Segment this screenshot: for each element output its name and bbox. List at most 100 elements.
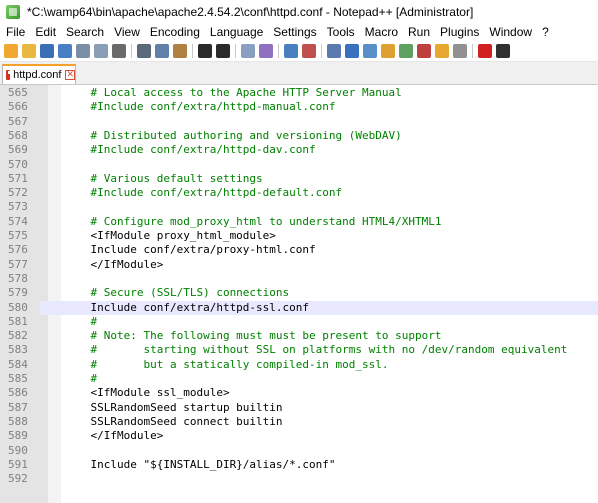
save-all-icon[interactable] <box>58 44 72 58</box>
code-line[interactable]: 585 # <box>0 372 598 386</box>
function-list-icon[interactable] <box>417 44 431 58</box>
code-line[interactable]: 575 <IfModule proxy_html_module> <box>0 229 598 243</box>
print-icon[interactable] <box>112 44 126 58</box>
toolbar-separator <box>131 44 132 58</box>
code-line[interactable]: 578 <box>0 272 598 286</box>
editor-area[interactable]: 565 # Local access to the Apache HTTP Se… <box>0 85 598 503</box>
tab-httpd-conf[interactable]: httpd.conf ✕ <box>2 64 76 84</box>
code-line[interactable]: 567 <box>0 115 598 129</box>
code-text: <IfModule proxy_html_module> <box>64 229 276 242</box>
menu-help[interactable]: ? <box>537 25 554 39</box>
code-line[interactable]: 591 Include "${INSTALL_DIR}/alias/*.conf… <box>0 458 598 472</box>
code-line[interactable]: 580 Include conf/extra/httpd-ssl.conf <box>0 300 598 315</box>
line-number: 576 <box>8 243 28 257</box>
code-line[interactable]: 574 # Configure mod_proxy_html to unders… <box>0 215 598 229</box>
word-wrap-icon[interactable] <box>381 44 395 58</box>
code-line[interactable]: 579 # Secure (SSL/TLS) connections <box>0 286 598 300</box>
monitor-icon[interactable] <box>453 44 467 58</box>
zoom-in-icon[interactable] <box>284 44 298 58</box>
notepad-plus-plus-icon <box>6 4 20 19</box>
code-text: SSLRandomSeed startup builtin <box>64 400 283 414</box>
sync-vertical-icon[interactable] <box>327 44 341 58</box>
copy-icon[interactable] <box>155 44 169 58</box>
record-macro-icon[interactable] <box>478 44 492 58</box>
find-icon[interactable] <box>241 44 255 58</box>
menu-edit[interactable]: Edit <box>30 25 61 39</box>
line-number: 565 <box>8 86 28 99</box>
code-comment: # but a statically compiled-in mod_ssl. <box>64 357 389 371</box>
code-line[interactable]: 571 # Various default settings <box>0 172 598 186</box>
code-line[interactable]: 581 # <box>0 315 598 329</box>
folder-workspace-icon[interactable] <box>435 44 449 58</box>
redo-icon[interactable] <box>216 44 230 58</box>
code-line[interactable]: 576 Include conf/extra/proxy-html.conf <box>0 243 598 257</box>
code-line[interactable]: 592 <box>0 472 598 486</box>
unsaved-file-icon <box>6 70 15 80</box>
tab-close-icon[interactable]: ✕ <box>65 70 75 80</box>
code-comment: #Include conf/extra/httpd-manual.conf <box>64 100 336 114</box>
code-line[interactable]: 573 <box>0 200 598 214</box>
zoom-out-icon[interactable] <box>302 44 316 58</box>
code-line[interactable]: 586 <IfModule ssl_module> <box>0 386 598 400</box>
menu-view[interactable]: View <box>109 25 145 39</box>
line-number: 570 <box>8 157 28 171</box>
code-line[interactable]: 587 SSLRandomSeed startup builtin <box>0 401 598 415</box>
code-line[interactable]: 568 # Distributed authoring and versioni… <box>0 129 598 143</box>
paste-icon[interactable] <box>173 44 187 58</box>
code-comment: #Include conf/extra/httpd-default.conf <box>64 186 343 200</box>
menu-run[interactable]: Run <box>403 25 435 39</box>
toolbar-separator <box>472 44 473 58</box>
line-number: 567 <box>8 114 28 128</box>
undo-icon[interactable] <box>198 44 212 58</box>
close-all-icon[interactable] <box>94 44 108 58</box>
replace-icon[interactable] <box>259 44 273 58</box>
code-comment: # <box>64 372 98 385</box>
code-comment: #Include conf/extra/httpd-dav.conf <box>64 143 316 157</box>
cut-icon[interactable] <box>137 44 151 58</box>
code-comment: # Various default settings <box>64 171 263 185</box>
code-line[interactable]: 570 <box>0 158 598 172</box>
line-number: 585 <box>8 372 28 385</box>
line-number: 586 <box>8 386 28 400</box>
menu-encoding[interactable]: Encoding <box>145 25 205 39</box>
menu-file[interactable]: File <box>0 25 30 39</box>
save-icon[interactable] <box>40 44 54 58</box>
code-text: </IfModule> <box>64 429 164 443</box>
code-text: Include conf/extra/proxy-html.conf <box>64 243 316 257</box>
code-line[interactable]: 589 </IfModule> <box>0 429 598 443</box>
indent-guide-icon[interactable] <box>363 44 377 58</box>
show-all-chars-icon[interactable] <box>345 44 359 58</box>
code-line[interactable]: 588 SSLRandomSeed connect builtin <box>0 415 598 429</box>
code-line[interactable]: 577 </IfModule> <box>0 258 598 272</box>
code-line[interactable]: 590 <box>0 444 598 458</box>
new-file-icon[interactable] <box>4 44 18 58</box>
code-comment: # Secure (SSL/TLS) connections <box>64 286 290 300</box>
toolbar-separator <box>321 44 322 58</box>
menu-search[interactable]: Search <box>61 25 109 39</box>
code-line[interactable]: 582 # Note: The following must must be p… <box>0 329 598 343</box>
menu-settings[interactable]: Settings <box>268 25 321 39</box>
menu-tools[interactable]: Tools <box>322 25 360 39</box>
code-line[interactable]: 566 #Include conf/extra/httpd-manual.con… <box>0 100 598 114</box>
line-number: 575 <box>8 229 28 242</box>
menu-macro[interactable]: Macro <box>360 25 403 39</box>
stop-macro-icon[interactable] <box>496 44 510 58</box>
title-bar: *C:\wamp64\bin\apache\apache2.4.54.2\con… <box>0 0 598 23</box>
doc-map-icon[interactable] <box>399 44 413 58</box>
line-number: 590 <box>8 443 28 457</box>
code-comment: # Local access to the Apache HTTP Server… <box>64 86 402 99</box>
line-number: 579 <box>8 286 28 300</box>
menu-language[interactable]: Language <box>205 25 268 39</box>
line-number: 566 <box>8 100 28 114</box>
menu-window[interactable]: Window <box>484 25 537 39</box>
code-line[interactable]: 569 #Include conf/extra/httpd-dav.conf <box>0 143 598 157</box>
menu-plugins[interactable]: Plugins <box>435 25 484 39</box>
line-number: 592 <box>8 472 28 486</box>
code-line[interactable]: 583 # starting without SSL on platforms … <box>0 343 598 357</box>
code-line[interactable]: 565 # Local access to the Apache HTTP Se… <box>0 86 598 100</box>
open-file-icon[interactable] <box>22 44 36 58</box>
code-line[interactable]: 584 # but a statically compiled-in mod_s… <box>0 358 598 372</box>
close-icon[interactable] <box>76 44 90 58</box>
code-comment: # <box>64 314 98 328</box>
code-line[interactable]: 572 #Include conf/extra/httpd-default.co… <box>0 186 598 200</box>
